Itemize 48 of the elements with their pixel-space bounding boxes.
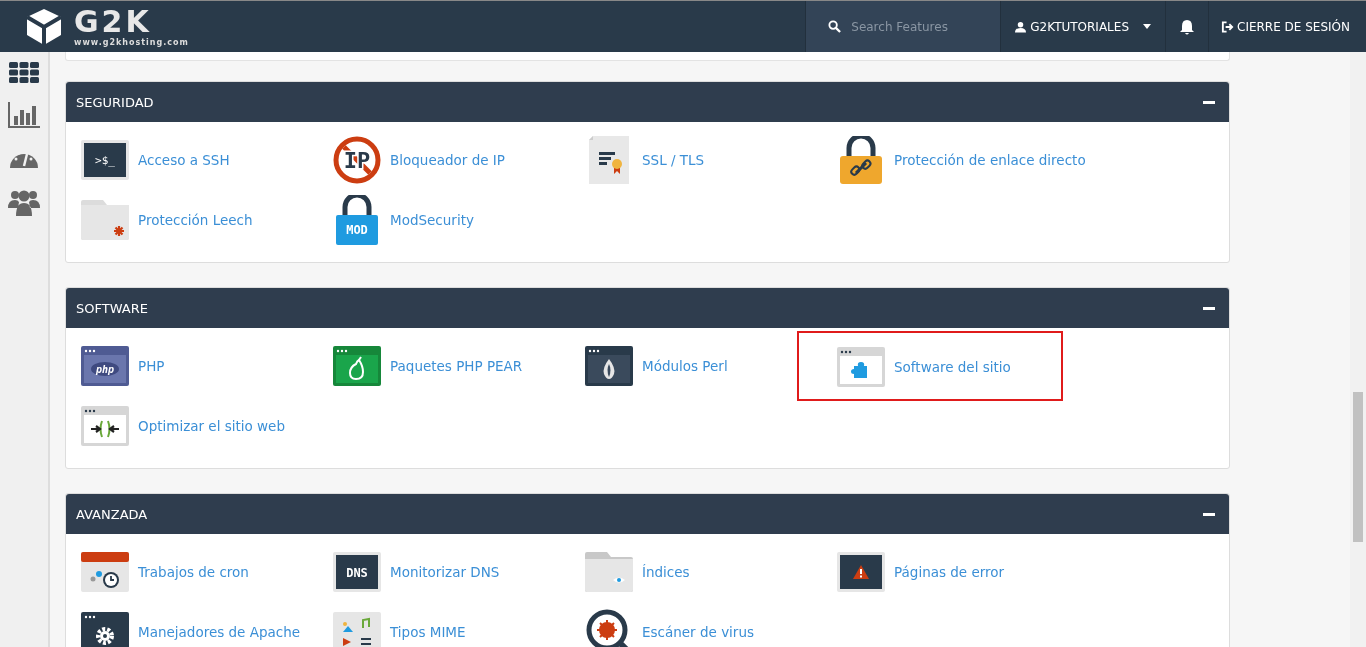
feature-link[interactable]: MOD ModSecurity bbox=[331, 185, 476, 255]
feature-link[interactable]: Optimizar el sitio web bbox=[79, 396, 287, 456]
php-window-icon: php bbox=[81, 346, 129, 386]
compress-window-icon bbox=[81, 406, 129, 446]
folder-star-icon bbox=[81, 200, 129, 240]
panel-title: SEGURIDAD bbox=[76, 94, 154, 110]
search-field[interactable]: Search Features bbox=[806, 1, 1001, 52]
scrollbar-thumb[interactable] bbox=[1353, 392, 1363, 542]
user-icon bbox=[1015, 20, 1027, 33]
feature-link[interactable]: Paquetes PHP PEAR bbox=[331, 336, 525, 396]
sidebar-button[interactable] bbox=[7, 60, 41, 86]
feature-link[interactable]: Trabajos de cron bbox=[79, 542, 251, 602]
feature-link[interactable]: DNS Monitorizar DNS bbox=[331, 542, 502, 602]
minus-icon bbox=[1203, 306, 1215, 310]
feature-link[interactable]: Protección Leech bbox=[79, 190, 255, 250]
feature-link[interactable]: Software del sitio bbox=[797, 331, 1063, 401]
feature-link[interactable]: php PHP bbox=[79, 336, 167, 396]
bell-icon bbox=[1180, 18, 1194, 35]
cube-logo-icon bbox=[24, 6, 64, 47]
logo-url: www.g2khosting.com bbox=[74, 38, 189, 47]
caret-icon bbox=[1143, 24, 1151, 29]
bar-chart-icon bbox=[8, 102, 40, 128]
padlock-link-icon bbox=[837, 136, 885, 184]
feature-link[interactable]: Tipos MIME bbox=[331, 602, 468, 647]
folder-eye-icon bbox=[585, 552, 633, 592]
panel-title: AVANZADA bbox=[76, 506, 148, 522]
minus-icon bbox=[1203, 100, 1215, 104]
calendar-clock-icon bbox=[81, 552, 129, 592]
users-icon bbox=[8, 188, 40, 216]
panel-title: SOFTWARE bbox=[76, 300, 148, 316]
warning-window-icon bbox=[837, 552, 885, 592]
terminal-icon: >$_ bbox=[81, 140, 129, 180]
feature-link[interactable]: Manejadores de Apache bbox=[79, 602, 303, 647]
onion-window-icon bbox=[585, 346, 633, 386]
feature-link[interactable]: Protección de enlace directo bbox=[835, 126, 1088, 194]
feature-link[interactable]: Módulos Perl bbox=[583, 336, 730, 396]
logo-wordmark: G2K bbox=[74, 6, 152, 37]
feature-link[interactable]: Páginas de error bbox=[835, 542, 1007, 602]
sidebar-button[interactable] bbox=[6, 100, 42, 130]
scrollbar[interactable] bbox=[1350, 52, 1366, 647]
dns-monitor-icon: DNS bbox=[333, 552, 381, 592]
feature-link[interactable]: SSL / TLS bbox=[583, 126, 707, 194]
grid-icon bbox=[9, 62, 39, 84]
feature-link[interactable]: >$_ Acceso a SSH bbox=[79, 130, 232, 190]
pear-window-icon bbox=[333, 346, 381, 386]
logout-icon bbox=[1221, 20, 1234, 33]
puzzle-window-icon bbox=[837, 347, 885, 387]
minus-icon bbox=[1203, 512, 1215, 516]
